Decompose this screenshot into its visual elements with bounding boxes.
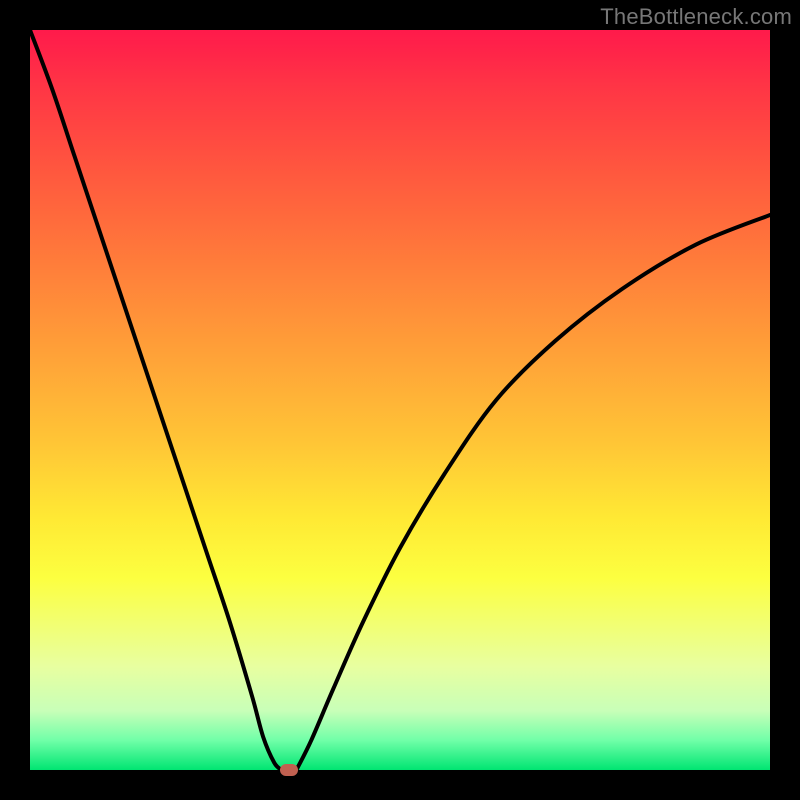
plot-area xyxy=(30,30,770,770)
watermark-text: TheBottleneck.com xyxy=(600,4,792,30)
bottleneck-curve xyxy=(30,30,770,770)
optimal-point-marker xyxy=(280,764,298,776)
chart-frame: TheBottleneck.com xyxy=(0,0,800,800)
curve-left-branch xyxy=(30,30,282,770)
curve-right-branch xyxy=(296,215,770,770)
